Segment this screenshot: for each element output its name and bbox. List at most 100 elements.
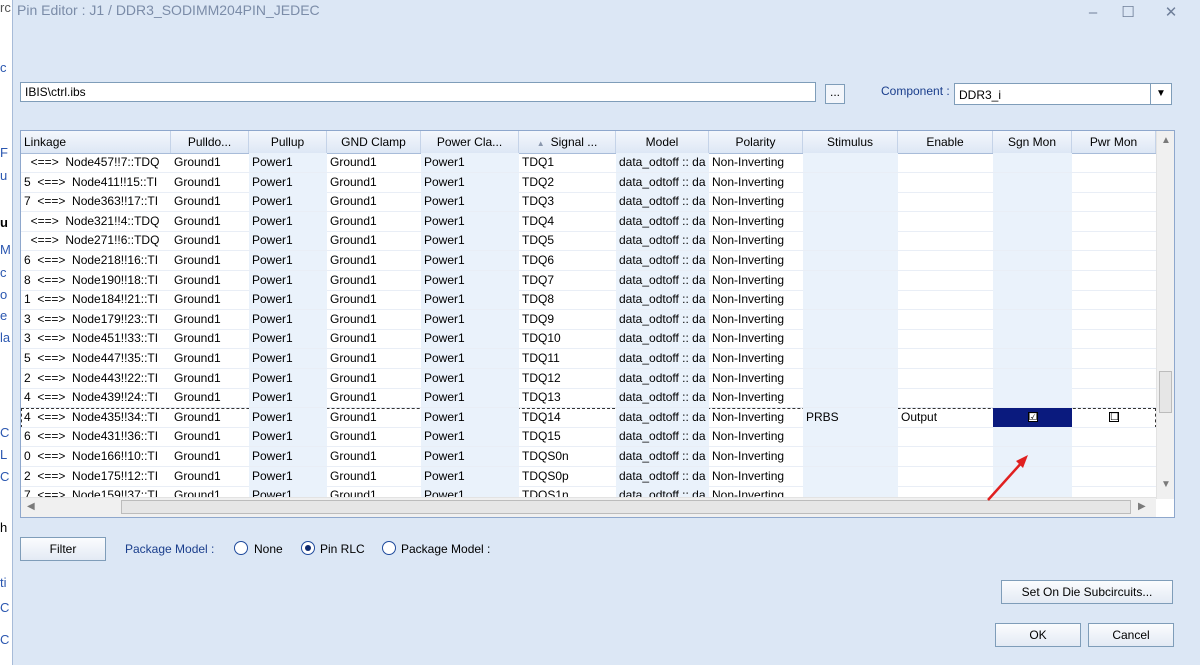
- cell-linkage[interactable]: 8 <==> Node190!!18::TI: [21, 271, 171, 291]
- vertical-scrollbar[interactable]: ▲ ▼: [1156, 131, 1174, 499]
- cell-enable[interactable]: [898, 349, 993, 369]
- cell-gnd-clamp[interactable]: Ground1: [327, 192, 421, 213]
- cell-pulldown[interactable]: Ground1: [171, 388, 249, 409]
- cell-signal[interactable]: TDQ12: [519, 369, 616, 389]
- cell-pullup[interactable]: Power1: [249, 486, 327, 497]
- cell-sgn-mon[interactable]: [993, 368, 1072, 389]
- cell-pullup[interactable]: Power1: [249, 466, 327, 487]
- cell-model[interactable]: data_odtoff :: da: [616, 447, 709, 467]
- cell-enable[interactable]: [898, 212, 993, 232]
- component-combobox[interactable]: DDR3_i ▼: [954, 83, 1172, 105]
- cell-stimulus[interactable]: [803, 466, 898, 487]
- cell-signal[interactable]: TDQ6: [519, 251, 616, 271]
- cell-sgn-mon[interactable]: [993, 192, 1072, 213]
- table-row[interactable]: 6 <==> Node218!!16::TI Ground1 Power1 Groun…: [21, 251, 1156, 271]
- cell-pulldown[interactable]: Ground1: [171, 290, 249, 311]
- table-row[interactable]: 4 <==> Node435!!34::TI Ground1 Power1 Groun…: [21, 407, 1156, 428]
- cell-linkage[interactable]: 7 <==> Node363!!17::TI: [21, 192, 171, 213]
- cell-model[interactable]: data_odtoff :: da: [616, 192, 709, 213]
- cell-stimulus[interactable]: [803, 231, 898, 252]
- cell-pulldown[interactable]: Ground1: [171, 369, 249, 389]
- cell-gnd-clamp[interactable]: Ground1: [327, 447, 421, 467]
- cell-signal[interactable]: TDQS1n: [519, 486, 616, 497]
- cell-polarity[interactable]: Non-Inverting: [709, 447, 803, 467]
- cell-enable[interactable]: [898, 251, 993, 271]
- cell-enable[interactable]: [898, 427, 993, 448]
- cell-signal[interactable]: TDQ11: [519, 349, 616, 369]
- cell-polarity[interactable]: Non-Inverting: [709, 251, 803, 271]
- cell-pullup[interactable]: Power1: [249, 368, 327, 389]
- cell-pulldown[interactable]: Ground1: [171, 192, 249, 213]
- cell-pullup[interactable]: Power1: [249, 388, 327, 409]
- cell-linkage[interactable]: 6 <==> Node431!!36::TI: [21, 427, 171, 448]
- cell-polarity[interactable]: Non-Inverting: [709, 349, 803, 369]
- cell-pulldown[interactable]: Ground1: [171, 173, 249, 193]
- cell-linkage[interactable]: 4 <==> Node439!!24::TI: [21, 388, 171, 409]
- cell-pulldown[interactable]: Ground1: [171, 271, 249, 291]
- cell-signal[interactable]: TDQ8: [519, 290, 616, 311]
- cell-stimulus[interactable]: [803, 388, 898, 409]
- cell-model[interactable]: data_odtoff :: da: [616, 211, 709, 232]
- cell-power-clamp[interactable]: Power1: [421, 447, 519, 467]
- cell-stimulus[interactable]: [803, 368, 898, 389]
- cell-pwr-mon[interactable]: [1072, 486, 1156, 497]
- cell-stimulus[interactable]: [803, 486, 898, 497]
- cell-gnd-clamp[interactable]: Ground1: [327, 369, 421, 389]
- cell-model[interactable]: data_odtoff :: da: [616, 309, 709, 330]
- cell-linkage[interactable]: 7 <==> Node159!!37::TI: [21, 486, 171, 497]
- cell-enable[interactable]: [898, 369, 993, 389]
- cell-power-clamp[interactable]: Power1: [421, 231, 519, 252]
- header-col-pwr-mon[interactable]: Pwr Mon: [1072, 131, 1156, 153]
- table-row[interactable]: <==> Node271!!6::TDQ Ground1 Power1 Ground1…: [21, 231, 1156, 252]
- cell-polarity[interactable]: Non-Inverting: [709, 212, 803, 232]
- table-row[interactable]: <==> Node321!!4::TDQ Ground1 Power1 Ground1…: [21, 211, 1156, 232]
- cell-enable[interactable]: [898, 192, 993, 213]
- cell-signal[interactable]: TDQS0n: [519, 447, 616, 467]
- cell-pwr-mon[interactable]: ☐: [1072, 408, 1156, 428]
- cell-pwr-mon[interactable]: [1072, 251, 1156, 271]
- cell-linkage[interactable]: 0 <==> Node166!!10::TI: [21, 447, 171, 467]
- table-row[interactable]: 7 <==> Node363!!17::TI Ground1 Power1 Groun…: [21, 192, 1156, 213]
- table-row[interactable]: 6 <==> Node431!!36::TI Ground1 Power1 Groun…: [21, 427, 1156, 448]
- cell-polarity[interactable]: Non-Inverting: [709, 427, 803, 448]
- cell-signal[interactable]: TDQ10: [519, 329, 616, 350]
- cell-pullup[interactable]: Power1: [249, 309, 327, 330]
- cell-gnd-clamp[interactable]: Ground1: [327, 467, 421, 487]
- cell-signal[interactable]: TDQ9: [519, 310, 616, 330]
- cell-linkage[interactable]: 1 <==> Node184!!21::TI: [21, 290, 171, 311]
- header-col-power-clamp[interactable]: Power Cla...: [421, 131, 519, 153]
- header-col-enable[interactable]: Enable: [898, 131, 993, 153]
- close-button[interactable]: ✕: [1156, 2, 1186, 24]
- cell-pullup[interactable]: Power1: [249, 251, 327, 271]
- cell-model[interactable]: data_odtoff :: da: [616, 349, 709, 369]
- cell-power-clamp[interactable]: Power1: [421, 388, 519, 409]
- cell-polarity[interactable]: Non-Inverting: [709, 408, 803, 428]
- cell-model[interactable]: data_odtoff :: da: [616, 270, 709, 291]
- cell-gnd-clamp[interactable]: Ground1: [327, 290, 421, 311]
- cell-pullup[interactable]: Power1: [249, 290, 327, 311]
- cell-model[interactable]: data_odtoff :: da: [616, 251, 709, 271]
- cell-enable[interactable]: [898, 231, 993, 252]
- cell-pwr-mon[interactable]: [1072, 388, 1156, 409]
- cell-signal[interactable]: TDQ7: [519, 271, 616, 291]
- cell-power-clamp[interactable]: Power1: [421, 427, 519, 448]
- pwr-mon-checkbox[interactable]: ☐: [1109, 411, 1119, 422]
- cell-pulldown[interactable]: Ground1: [171, 251, 249, 271]
- cell-power-clamp[interactable]: Power1: [421, 407, 519, 428]
- cell-pulldown[interactable]: Ground1: [171, 447, 249, 467]
- cell-pulldown[interactable]: Ground1: [171, 153, 249, 173]
- ibis-file-input[interactable]: IBIS\ctrl.ibs: [20, 82, 816, 102]
- table-row[interactable]: 3 <==> Node451!!33::TI Ground1 Power1 Groun…: [21, 329, 1156, 350]
- cell-pulldown[interactable]: Ground1: [171, 329, 249, 350]
- cell-pwr-mon[interactable]: [1072, 329, 1156, 350]
- cell-polarity[interactable]: Non-Inverting: [709, 173, 803, 193]
- cell-sgn-mon[interactable]: [993, 329, 1072, 350]
- cell-stimulus[interactable]: PRBS: [803, 407, 898, 428]
- header-col-signal[interactable]: ▲ Signal ...: [519, 131, 616, 153]
- filter-button[interactable]: Filter: [20, 537, 106, 561]
- cell-enable[interactable]: [898, 388, 993, 409]
- cell-power-clamp[interactable]: Power1: [421, 349, 519, 369]
- cell-pulldown[interactable]: Ground1: [171, 427, 249, 448]
- cell-pulldown[interactable]: Ground1: [171, 212, 249, 232]
- cell-model[interactable]: data_odtoff :: da: [616, 388, 709, 409]
